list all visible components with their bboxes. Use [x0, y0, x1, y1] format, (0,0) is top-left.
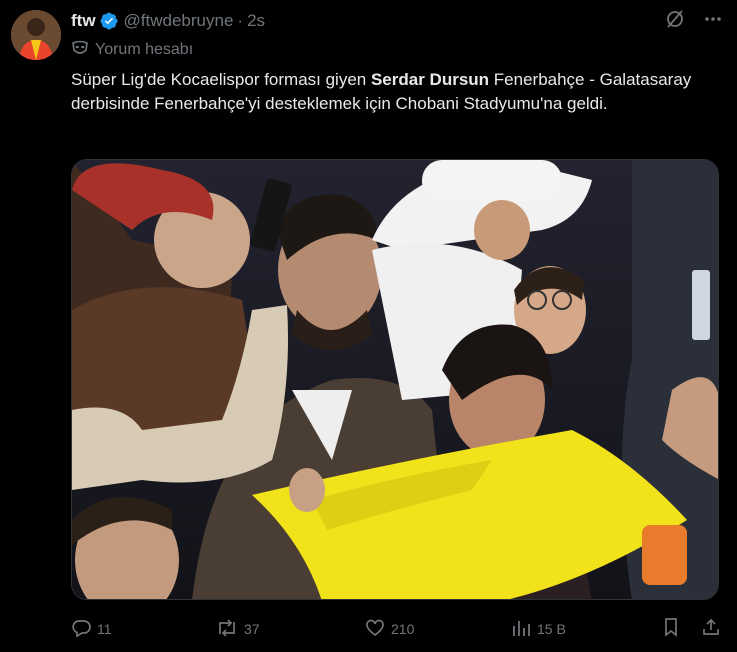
timestamp[interactable]: 2s	[247, 11, 265, 31]
retweet-button[interactable]: 37	[216, 618, 365, 641]
views-count: 15 B	[537, 621, 566, 637]
more-options-icon[interactable]	[703, 9, 723, 34]
reply-icon	[71, 618, 91, 641]
views-button[interactable]: 15 B	[511, 618, 566, 641]
author-handle[interactable]: @ftwdebruyne	[124, 11, 234, 31]
tweet-text: Süper Lig'de Kocaelispor forması giyen S…	[71, 68, 711, 116]
avatar[interactable]	[11, 10, 61, 60]
player-avatar-icon	[11, 10, 61, 60]
tweet-header: ftw @ftwdebruyne · 2s	[71, 9, 723, 33]
action-bar: 11 37 210 15 B	[71, 616, 721, 642]
tweet-photo[interactable]	[71, 159, 719, 600]
views-chart-icon	[511, 618, 531, 641]
verified-badge-icon[interactable]	[99, 11, 119, 31]
separator-dot: ·	[237, 11, 244, 30]
bookmark-icon[interactable]	[661, 617, 681, 642]
mask-icon	[71, 39, 89, 62]
tweet-text-part: Süper Lig'de Kocaelispor forması giyen	[71, 70, 371, 89]
account-label[interactable]: Yorum hesabı	[71, 39, 193, 61]
reply-count: 11	[97, 621, 112, 637]
retweet-icon	[216, 618, 238, 641]
heart-icon	[365, 618, 385, 641]
share-icon[interactable]	[701, 617, 721, 642]
mentioned-player: Serdar Dursun	[370, 70, 490, 89]
retweet-count: 37	[244, 621, 260, 637]
like-button[interactable]: 210	[365, 618, 511, 641]
stadium-crowd-photo	[72, 160, 718, 599]
reply-button[interactable]: 11	[71, 618, 216, 641]
grok-icon[interactable]	[665, 9, 685, 34]
like-count: 210	[391, 621, 415, 637]
author-name[interactable]: ftw	[71, 11, 96, 31]
account-label-text: Yorum hesabı	[95, 41, 194, 58]
